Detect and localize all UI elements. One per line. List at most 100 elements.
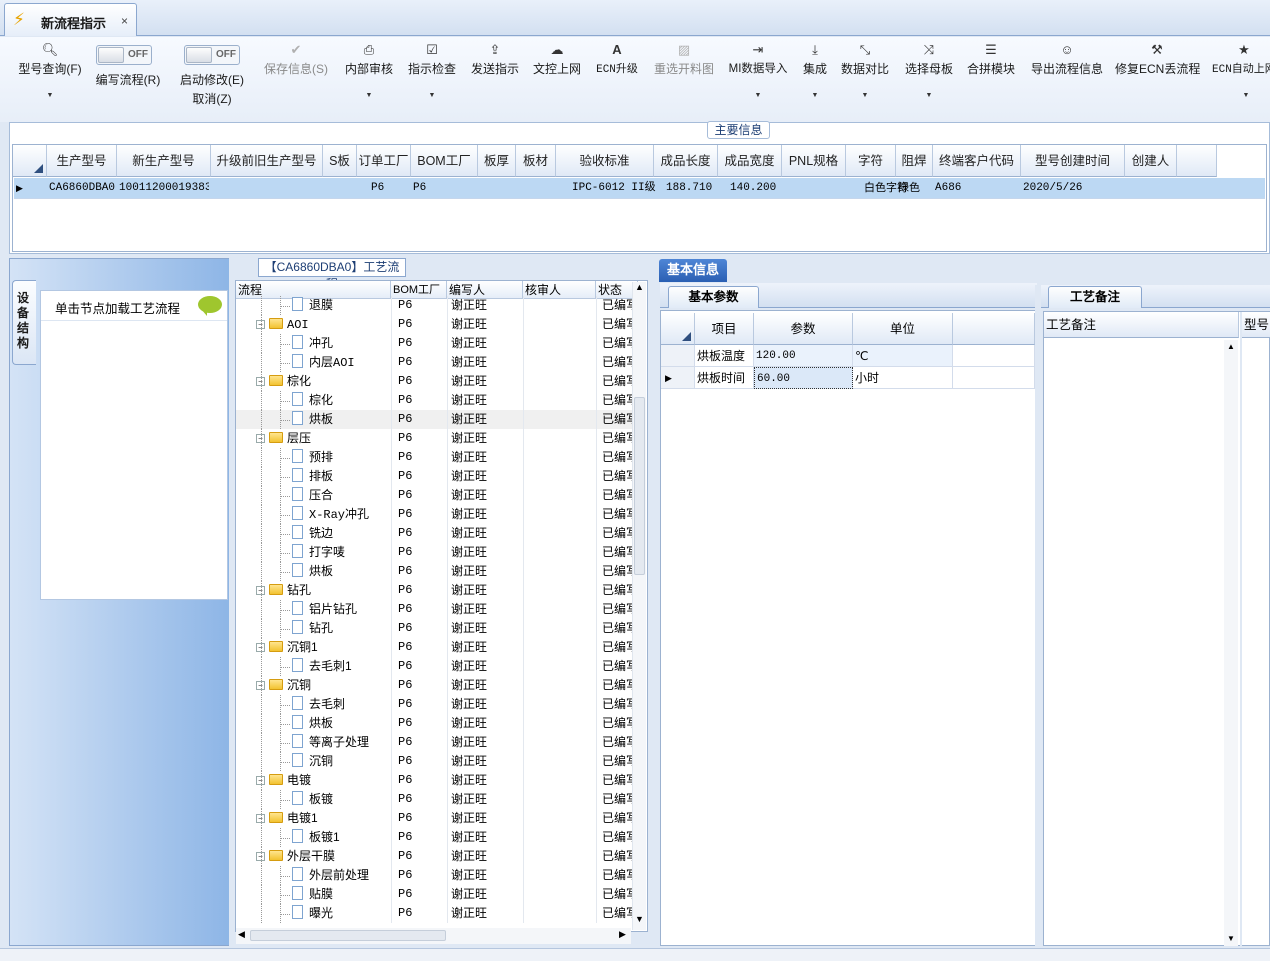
table-cell[interactable]: 烘板温度 xyxy=(695,345,754,367)
column-header[interactable]: 阻焊 xyxy=(896,145,933,177)
tree-row[interactable]: −沉铜1P6谢正旺已编写 xyxy=(236,638,637,657)
scroll-right-icon[interactable]: ▶ xyxy=(619,929,626,940)
tab-basic-info[interactable]: 基本信息 xyxy=(659,259,727,282)
tree-row[interactable]: X-Ray冲孔 P6 谢正旺 已编写 xyxy=(236,505,637,524)
column-header[interactable]: 型号 xyxy=(1242,312,1270,338)
column-header[interactable]: 生产型号 xyxy=(47,145,117,177)
tree-row[interactable]: 曝光 P6 谢正旺 已编写 xyxy=(236,904,637,923)
tree-row[interactable]: 板镀 P6 谢正旺 已编写 xyxy=(236,790,637,809)
table-cell[interactable] xyxy=(953,367,1035,389)
note-scrollbar[interactable]: ▲ ▼ xyxy=(1224,340,1238,946)
tree-row[interactable]: 烘板 P6 谢正旺 已编写 xyxy=(236,562,637,581)
table-cell[interactable] xyxy=(518,178,554,199)
tree-row[interactable]: 内层AOI P6 谢正旺 已编写 xyxy=(236,353,637,372)
tab-basic-params[interactable]: 基本参数 xyxy=(668,286,759,308)
table-row[interactable]: ▶ CA6860DBA0 10011200019383 P6 P6 IPC-6012 I… xyxy=(14,178,1265,199)
chevron-down-icon[interactable]: ▼ xyxy=(755,92,762,99)
tree-row[interactable]: 烘板 P6 谢正旺 已编写 xyxy=(236,410,637,429)
column-header[interactable]: 参数 xyxy=(754,313,853,345)
column-header[interactable]: S板 xyxy=(323,145,357,177)
chevron-down-icon[interactable]: ▼ xyxy=(1243,92,1250,99)
table-cell[interactable]: A686 xyxy=(935,178,1019,199)
tree-row[interactable]: 贴膜 P6 谢正旺 已编写 xyxy=(236,885,637,904)
chevron-down-icon[interactable]: ▼ xyxy=(812,92,819,99)
instruction-check-button[interactable]: ☑ 指示检查 ▼ xyxy=(406,37,458,117)
row-header[interactable] xyxy=(661,345,695,367)
select-master-board-button[interactable]: ⤨ 选择母板 ▼ xyxy=(902,37,956,117)
tree-row[interactable]: −沉铜P6谢正旺已编写 xyxy=(236,676,637,695)
tree-row[interactable]: −棕化P6谢正旺已编写 xyxy=(236,372,637,391)
grid-corner[interactable] xyxy=(13,145,47,177)
start-modify-toggle[interactable]: OFF xyxy=(184,45,240,65)
scroll-thumb[interactable] xyxy=(250,930,446,941)
tree-row[interactable]: 退膜 P6 谢正旺 已编写 xyxy=(236,296,637,315)
column-header[interactable]: PNL规格 xyxy=(782,145,846,177)
tree-row[interactable]: −钻孔P6谢正旺已编写 xyxy=(236,581,637,600)
internal-review-button[interactable]: ⎙ 内部审核 ▼ xyxy=(343,37,395,117)
table-cell[interactable]: 烘板时间 xyxy=(695,367,754,389)
scroll-down-icon[interactable]: ▼ xyxy=(635,914,644,924)
chevron-down-icon[interactable]: ▼ xyxy=(47,92,54,99)
tree-row[interactable]: −电镀1P6谢正旺已编写 xyxy=(236,809,637,828)
row-indicator-icon[interactable]: ▶ xyxy=(661,367,695,389)
table-cell[interactable]: IPC-6012 II级 xyxy=(572,178,666,199)
tab-device-structure[interactable]: 设备结构 xyxy=(12,280,36,365)
tree-row[interactable]: 铣边 P6 谢正旺 已编写 xyxy=(236,524,637,543)
scroll-left-icon[interactable]: ◀ xyxy=(238,929,245,940)
table-cell[interactable]: 小时 xyxy=(853,367,953,389)
chevron-down-icon[interactable]: ▼ xyxy=(429,92,436,99)
tree-row[interactable]: 等离子处理 P6 谢正旺 已编写 xyxy=(236,733,637,752)
column-header[interactable]: 项目 xyxy=(695,313,754,345)
tree-row[interactable]: 板镀1 P6 谢正旺 已编写 xyxy=(236,828,637,847)
tree-row[interactable]: 钻孔 P6 谢正旺 已编写 xyxy=(236,619,637,638)
splitter[interactable] xyxy=(650,258,656,946)
tree-row[interactable]: −AOIP6谢正旺已编写 xyxy=(236,315,637,334)
mi-data-import-button[interactable]: ⇥ MI数据导入 ▼ xyxy=(726,37,790,117)
table-cell[interactable] xyxy=(480,178,514,199)
table-cell-focused[interactable]: 60.00 xyxy=(754,367,853,389)
table-cell[interactable] xyxy=(784,178,844,199)
scroll-up-icon[interactable]: ▲ xyxy=(1227,342,1235,351)
tree-row[interactable]: 去毛刺 P6 谢正旺 已编写 xyxy=(236,695,637,714)
column-header[interactable]: 工艺备注 xyxy=(1044,312,1239,338)
table-cell[interactable]: 140.200 xyxy=(730,178,790,199)
tree-row[interactable]: 冲孔 P6 谢正旺 已编写 xyxy=(236,334,637,353)
merge-module-button[interactable]: ☰ 合拼模块 xyxy=(964,37,1018,117)
cancel-button[interactable]: 取消(Z) xyxy=(176,90,248,107)
reselect-cut-chart-button[interactable]: ▨ 重选开料图 xyxy=(652,37,716,117)
chevron-down-icon[interactable]: ▼ xyxy=(366,92,373,99)
doc-control-upload-button[interactable]: ☁ 文控上网 xyxy=(531,37,583,117)
ecn-upgrade-button[interactable]: A ECN升级 xyxy=(592,37,642,117)
tree-row[interactable]: −电镀P6谢正旺已编写 xyxy=(236,771,637,790)
repair-ecn-button[interactable]: ⚒ 修复ECN丢流程 xyxy=(1115,37,1200,117)
column-header[interactable]: 板材 xyxy=(516,145,556,177)
column-header[interactable]: 新生产型号 xyxy=(117,145,211,177)
column-header[interactable]: 字符 xyxy=(846,145,896,177)
tree-row[interactable]: 预排 P6 谢正旺 已编写 xyxy=(236,448,637,467)
table-cell[interactable]: CA6860DBA0 xyxy=(49,178,115,199)
column-header[interactable]: 成品长度 xyxy=(654,145,718,177)
tree-vertical-scrollbar[interactable]: ▲ ▼ xyxy=(632,282,646,930)
send-instruction-button[interactable]: ⇪ 发送指示 xyxy=(469,37,521,117)
tree-row[interactable]: 排板 P6 谢正旺 已编写 xyxy=(236,467,637,486)
tree-row[interactable]: 去毛刺1 P6 谢正旺 已编写 xyxy=(236,657,637,676)
table-cell[interactable]: ℃ xyxy=(853,345,953,367)
column-header[interactable]: 订单工厂 xyxy=(357,145,411,177)
ecn-auto-upload-button[interactable]: ★ ECN自动上网 ▼ xyxy=(1210,37,1270,117)
scroll-down-icon[interactable]: ▼ xyxy=(1227,934,1235,943)
tree-row[interactable]: −外层干膜P6谢正旺已编写 xyxy=(236,847,637,866)
device-tree-box[interactable]: 单击节点加载工艺流程 xyxy=(40,290,228,600)
table-cell[interactable]: 188.710 xyxy=(666,178,726,199)
table-cell[interactable] xyxy=(1127,178,1175,199)
table-cell[interactable] xyxy=(325,178,355,199)
integrate-button[interactable]: ⤓ 集成 ▼ xyxy=(798,37,832,117)
scroll-thumb[interactable] xyxy=(634,397,645,575)
tree-row[interactable]: 打字唛 P6 谢正旺 已编写 xyxy=(236,543,637,562)
chevron-down-icon[interactable]: ▼ xyxy=(862,92,869,99)
table-cell[interactable]: 10011200019383 xyxy=(119,178,209,199)
table-cell[interactable] xyxy=(953,345,1035,367)
column-header[interactable]: 升级前旧生产型号 xyxy=(211,145,323,177)
column-header[interactable]: 成品宽度 xyxy=(718,145,782,177)
export-flow-info-button[interactable]: ☺ 导出流程信息 xyxy=(1028,37,1106,117)
tab-craft-note[interactable]: 工艺备注 xyxy=(1048,286,1142,308)
